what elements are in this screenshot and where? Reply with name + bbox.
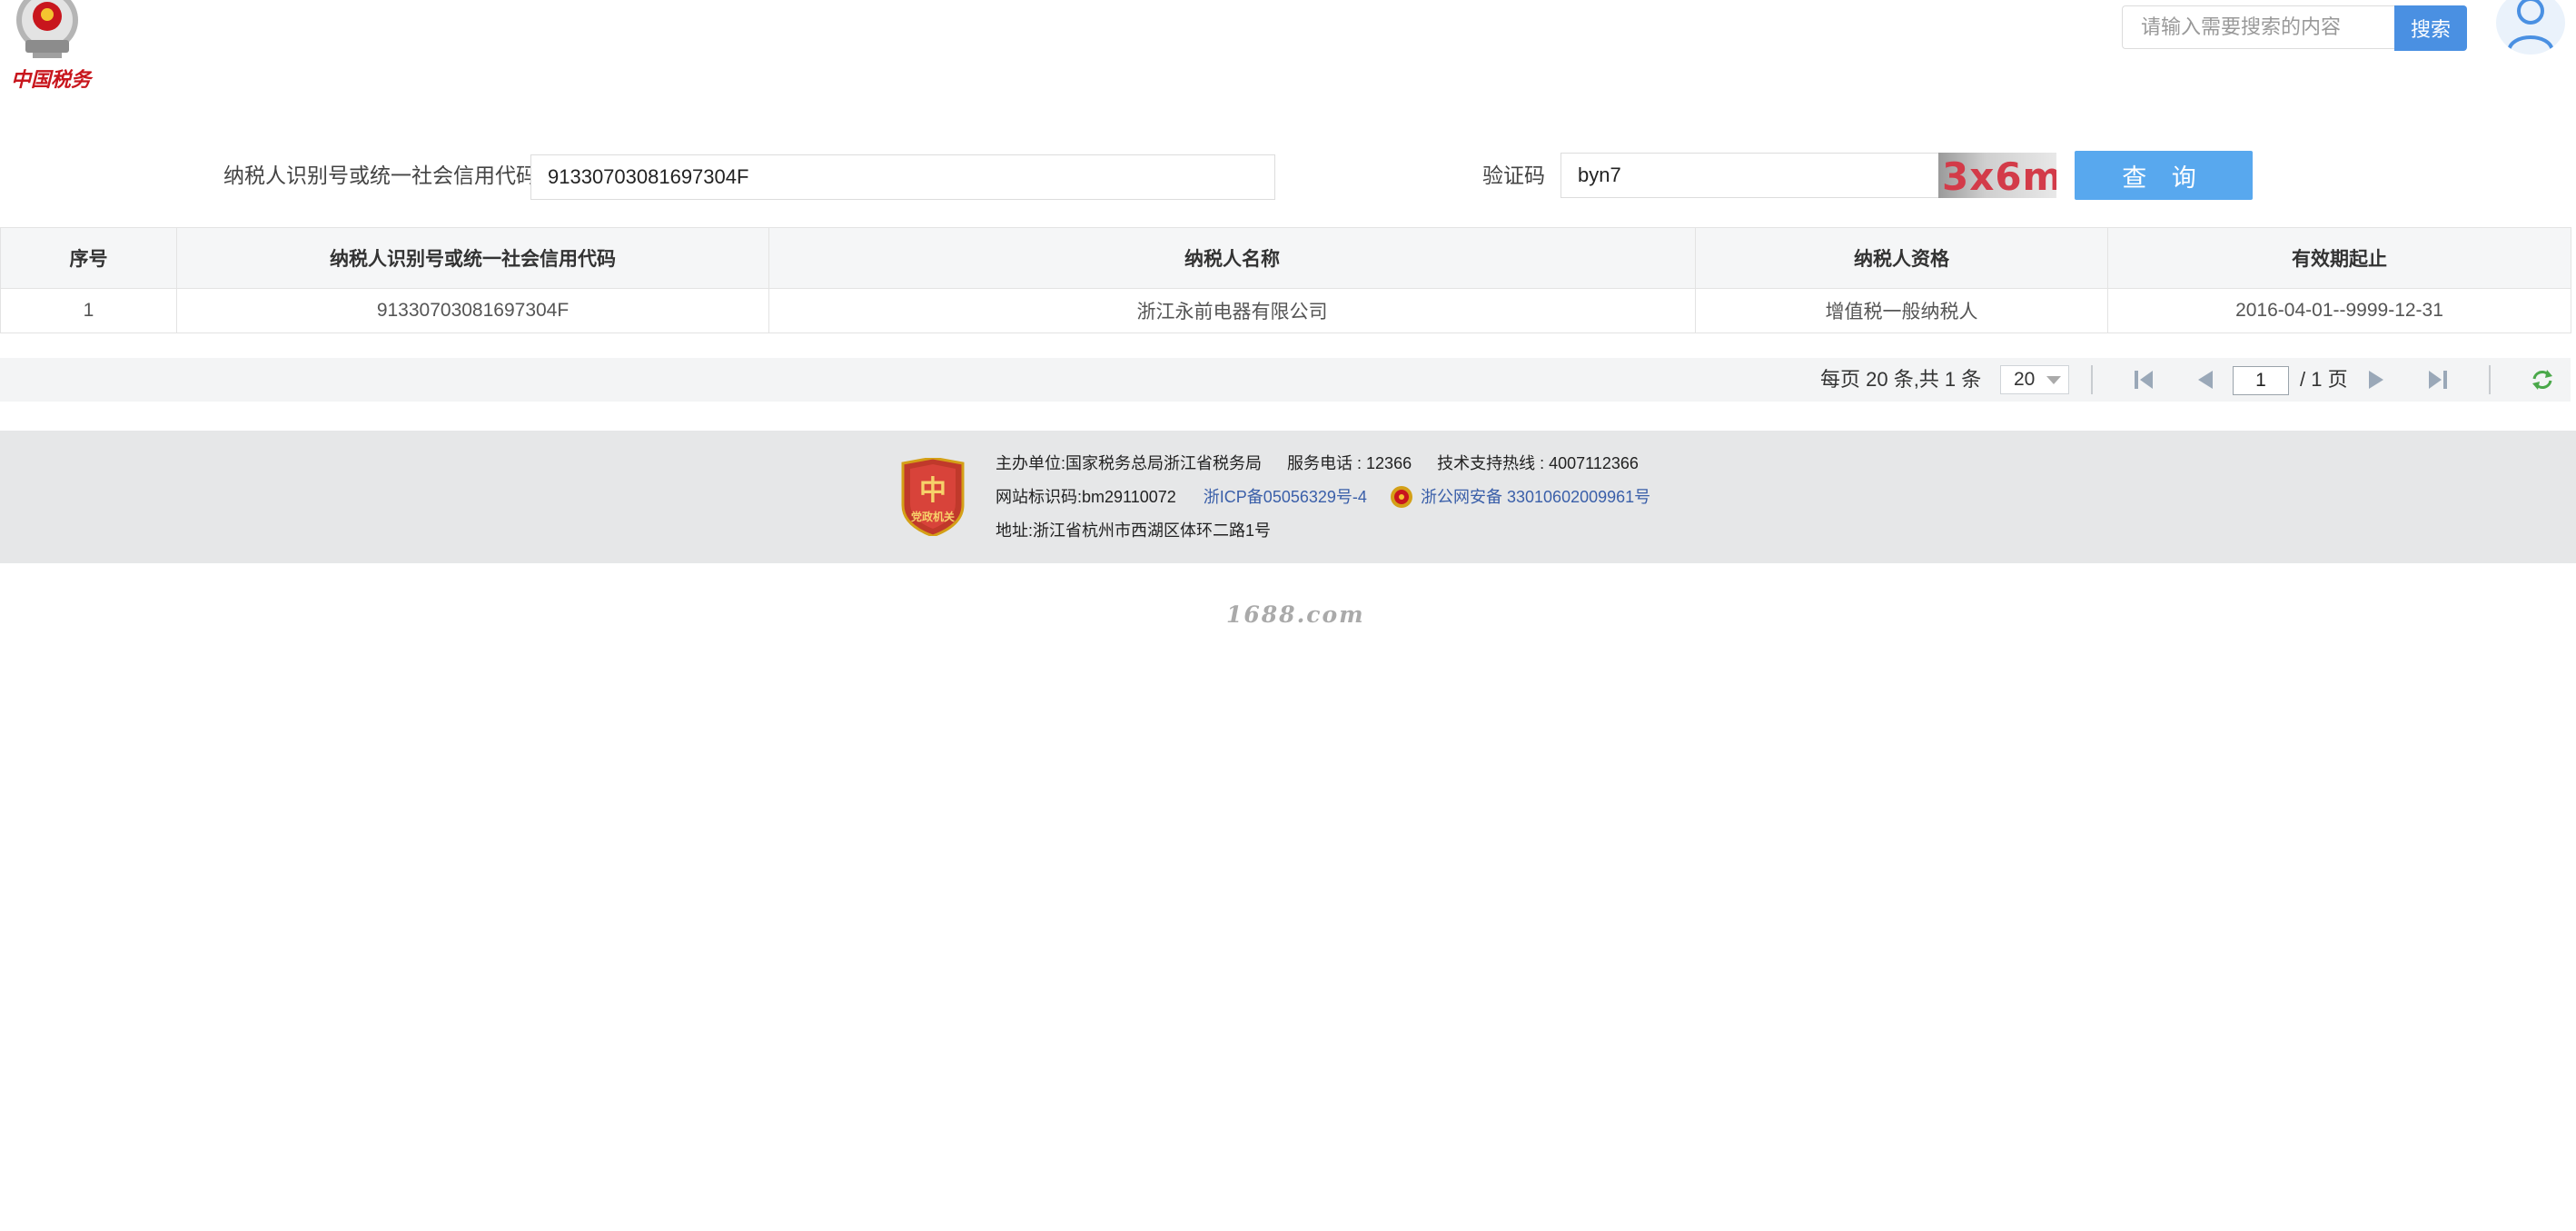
last-page-icon[interactable] [2425, 369, 2449, 391]
captcha-image[interactable]: 3x6m [1938, 153, 2056, 198]
logo-text: 中国税务 [11, 68, 92, 92]
footer-sponsor: 主办单位:国家税务总局浙江省税务局 [996, 454, 1262, 472]
police-emblem-icon [1390, 485, 1413, 509]
pagination-bar: 每页 20 条,共 1 条 20 / 1 页 [0, 358, 2571, 402]
cell-qualification: 增值税一般纳税人 [1695, 288, 2108, 333]
taxpayer-id-input[interactable] [530, 154, 1275, 200]
cell-taxpayer-name: 浙江永前电器有限公司 [768, 288, 1696, 333]
footer-line-1: 主办单位:国家税务总局浙江省税务局 服务电话 : 12366 技术支持热线 : … [996, 452, 1639, 474]
next-page-icon[interactable] [2365, 369, 2389, 391]
svg-text:中: 中 [919, 475, 946, 507]
user-icon[interactable] [2496, 0, 2565, 55]
icp-link[interactable]: 浙ICP备05056329号-4 [1204, 488, 1367, 506]
chevron-down-icon [2046, 376, 2061, 384]
police-record-link[interactable]: 浙公网安备 33010602009961号 [1421, 486, 1650, 508]
footer-site-id: 网站标识码:bm29110072 [996, 488, 1176, 506]
cell-taxpayer-id: 91330703081697304F [176, 288, 769, 333]
cell-validity: 2016-04-01--9999-12-31 [2107, 288, 2571, 333]
header-validity: 有效期起止 [2107, 227, 2571, 289]
prev-page-icon[interactable] [2193, 369, 2216, 391]
total-pages-label: / 1 页 [2300, 368, 2348, 391]
results-table: 序号 纳税人识别号或统一社会信用代码 纳税人名称 纳税人资格 有效期起止 1 9… [0, 227, 2571, 333]
captcha-input[interactable] [1560, 153, 1940, 198]
header-qualification: 纳税人资格 [1695, 227, 2108, 289]
header-index: 序号 [0, 227, 177, 289]
site-search-input[interactable] [2122, 5, 2394, 49]
footer-service-phone: 服务电话 : 12366 [1287, 454, 1412, 472]
captcha-label: 验证码 [1482, 164, 1545, 187]
badge-text: 党政机关 [910, 511, 955, 523]
site-search-button[interactable]: 搜索 [2394, 5, 2467, 51]
footer-support-hotline: 技术支持热线 : 4007112366 [1437, 454, 1639, 472]
footer-line-2: 网站标识码:bm29110072 浙ICP备05056329号-4 [996, 486, 1367, 508]
captcha-image-text: 3x6m [1942, 154, 2056, 198]
first-page-icon[interactable] [2133, 369, 2156, 391]
party-gov-badge-icon[interactable]: 中 党政机关 [899, 456, 966, 538]
page-size-value: 20 [2014, 369, 2036, 390]
footer-address: 地址:浙江省杭州市西湖区体环二路1号 [996, 521, 1272, 540]
header-taxpayer-name: 纳税人名称 [768, 227, 1696, 289]
table-row: 1 91330703081697304F 浙江永前电器有限公司 增值税一般纳税人… [0, 288, 2571, 333]
tax-emblem-icon[interactable]: 中国税务 [4, 0, 91, 98]
refresh-icon[interactable] [2531, 369, 2554, 391]
header-taxpayer-id: 纳税人识别号或统一社会信用代码 [176, 227, 769, 289]
pager-separator [2489, 365, 2491, 394]
cell-index: 1 [0, 288, 177, 333]
watermark: 1688.com [1226, 601, 1365, 628]
pagination-summary: 每页 20 条,共 1 条 [1820, 368, 1982, 391]
query-button[interactable]: 查 询 [2075, 151, 2253, 200]
table-header-row: 序号 纳税人识别号或统一社会信用代码 纳税人名称 纳税人资格 有效期起止 [0, 227, 2571, 289]
current-page-input[interactable] [2233, 366, 2289, 395]
taxpayer-id-label: 纳税人识别号或统一社会信用代码 [223, 164, 537, 187]
page-size-select[interactable]: 20 [2000, 365, 2069, 394]
pager-separator [2091, 365, 2093, 394]
